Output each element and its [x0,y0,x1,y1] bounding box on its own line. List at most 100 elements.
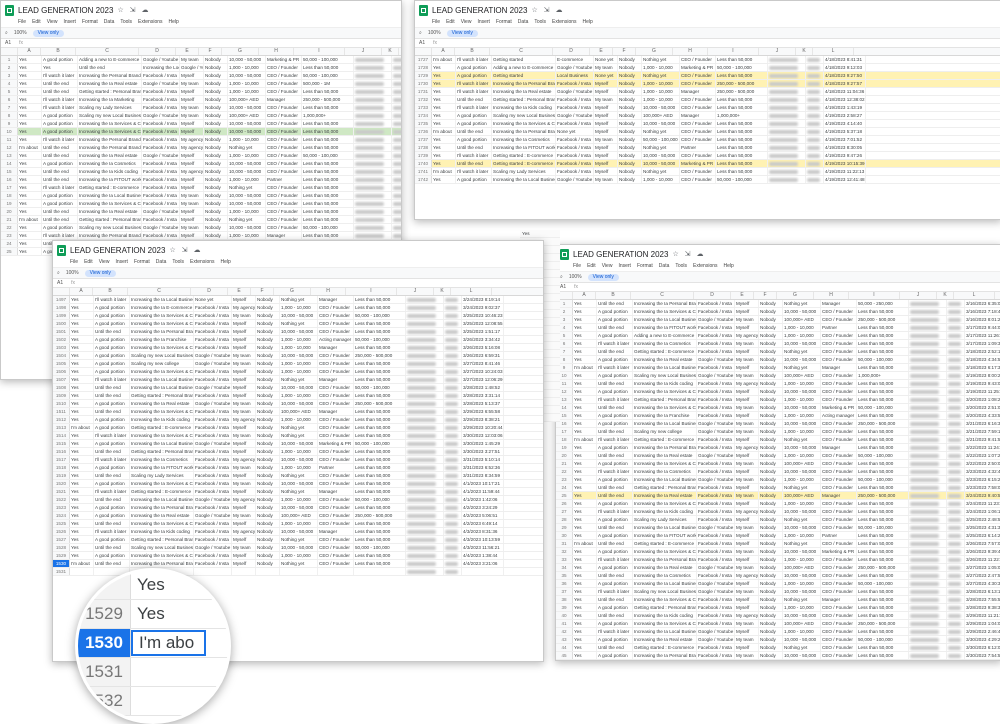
table-cell[interactable]: Getting started : Personal Brand [130,536,194,543]
table-cell[interactable]: Yes [573,532,597,539]
menu-item-edit[interactable]: Edit [587,263,596,271]
table-cell[interactable]: Nobody [256,464,280,471]
table-cell[interactable]: Less than 50,000 [857,604,909,611]
table-cell[interactable]: Until the end [78,64,142,71]
table-cell[interactable]: CEO / Founder [821,588,857,595]
table-cell[interactable]: 4/19/2023 11:22:13 [824,168,866,175]
table-cell[interactable]: E-commerce [556,56,594,63]
column-header-g[interactable]: G [636,48,673,55]
table-cell[interactable]: Less than 50,000 [354,560,406,567]
table-cell[interactable]: Yes [432,96,456,103]
table-cell[interactable] [444,512,462,519]
table-row[interactable]: 22 Yes A good portion Scaling my new Local … [1,224,401,232]
table-cell[interactable]: Facebook / Insta [556,136,594,143]
table-cell[interactable]: Facebook / Insta [142,232,180,239]
zoom-select[interactable]: 100% [569,274,582,280]
table-cell[interactable] [768,72,806,79]
table-cell[interactable] [909,476,947,483]
menu-item-extensions[interactable]: Extensions [693,263,717,271]
table-cell[interactable]: Yes [573,452,597,459]
table-cell[interactable]: Yes [573,588,597,595]
table-cell[interactable]: Google / Youtube [556,112,594,119]
table-cell[interactable]: Myself [180,184,204,191]
table-cell[interactable] [392,72,401,79]
table-cell[interactable]: Increasing the Ia Services & Cons [78,200,142,207]
table-cell[interactable]: I'll watch it later [94,488,130,495]
menu-item-format[interactable]: Format [637,263,653,271]
column-header-d[interactable]: D [694,292,731,299]
table-cell[interactable]: Nobody [618,88,642,95]
table-cell[interactable]: 1,000 - 10,000 [280,336,318,343]
table-cell[interactable]: Myself [232,376,256,383]
table-cell[interactable] [444,528,462,535]
table-cell[interactable]: Facebook / Insta [556,96,594,103]
table-cell[interactable]: Less than 50,000 [857,348,909,355]
zoom-select[interactable]: 100% [66,270,79,276]
table-cell[interactable] [909,428,947,435]
table-cell[interactable] [806,128,824,135]
table-cell[interactable]: Yes [573,564,597,571]
table-cell[interactable]: Increasing the Ia Services & Cons [78,128,142,135]
table-cell[interactable]: 3/28/2023 3:31:14 [462,392,504,399]
table-cell[interactable]: Until the end [94,384,130,391]
table-row[interactable]: 1500 Yes A good portion Increasing the Ia S… [53,320,543,328]
table-cell[interactable]: 4/19/2023 7:01:52 [824,136,866,143]
table-cell[interactable]: 3/25/2023 2:48:56 [965,516,1000,523]
table-row[interactable]: 19 Yes A good portion Increasing the Ia Ser… [1,200,401,208]
table-cell[interactable]: Nobody [204,216,228,223]
table-row[interactable]: 1738 Yes Until the end Increasing the Ia FI… [415,144,1000,152]
table-cell[interactable]: Myself [735,644,759,651]
table-cell[interactable]: I'm about [573,436,597,443]
table-cell[interactable]: 4/19/2023 4:14:40 [824,120,866,127]
table-cell[interactable]: Less than 50,000 [716,96,768,103]
table-cell[interactable]: 10,000 - 50,000 [783,404,821,411]
table-cell[interactable]: 3/26/2023 7:57:02 [965,540,1000,547]
table-cell[interactable] [947,660,965,661]
table-cell[interactable] [406,352,444,359]
table-cell[interactable] [354,104,392,111]
table-cell[interactable]: Facebook / Insta [697,620,735,627]
table-cell[interactable]: Myself [594,168,618,175]
table-cell[interactable]: 1,000 - 10,000 [783,476,821,483]
table-cell[interactable]: Facebook / Insta [194,368,232,375]
table-cell[interactable] [406,496,444,503]
table-cell[interactable]: Yes [573,596,597,603]
table-cell[interactable]: 250,000 - 500,000 [302,96,354,103]
magnified-row[interactable]: 1532 [78,687,228,716]
table-cell[interactable]: 3/31/2023 8:34:59 [462,472,504,479]
table-row[interactable]: 18 I'm about I'll watch it later Getting st… [556,436,1000,444]
table-cell[interactable] [947,404,965,411]
table-cell[interactable]: Getting started : E-commerce [633,348,697,355]
table-cell[interactable]: Yes [18,192,42,199]
table-cell[interactable]: Yes [18,64,42,71]
column-header-j[interactable]: J [397,288,434,295]
table-cell[interactable]: Nothing yet [642,128,680,135]
table-cell[interactable]: Until the end [597,540,633,547]
cell-reference[interactable]: A1 [5,40,11,46]
table-cell[interactable]: Nobody [256,448,280,455]
table-cell[interactable]: 3/17/2023 1:09:32 [965,340,1000,347]
column-header-d[interactable]: D [553,48,590,55]
table-cell[interactable]: Increasing the Ia Services & Cons [130,312,194,319]
table-cell[interactable]: CEO / Founder [821,452,857,459]
table-cell[interactable]: 3/18/2023 4:34:56 [965,356,1000,363]
table-cell[interactable]: A good portion [94,504,130,511]
table-cell[interactable] [354,176,392,183]
table-cell[interactable]: Yes [573,444,597,451]
table-cell[interactable]: CEO / Founder [680,120,716,127]
table-cell[interactable]: My team [735,588,759,595]
table-cell[interactable]: 1,000 - 10,000 [280,416,318,423]
row-number[interactable]: 1506 [53,368,70,375]
table-cell[interactable]: 10,000 - 50,000 [280,400,318,407]
table-row[interactable]: 1509 Yes Until the end Getting started : Pe… [53,392,543,400]
table-cell[interactable]: 10,000 - 50,000 [783,524,821,531]
table-cell[interactable]: CEO / Founder [266,192,302,199]
table-cell[interactable]: 10,000 - 50,000 [783,308,821,315]
table-cell[interactable]: I'll watch it later [94,296,130,303]
table-cell[interactable]: Nobody [759,524,783,531]
table-cell[interactable]: Facebook / Insta [697,484,735,491]
table-cell[interactable] [444,552,462,559]
table-cell[interactable] [318,568,354,575]
table-cell[interactable]: Nothing yet [642,144,680,151]
table-cell[interactable]: Less than 50,000 [302,184,354,191]
